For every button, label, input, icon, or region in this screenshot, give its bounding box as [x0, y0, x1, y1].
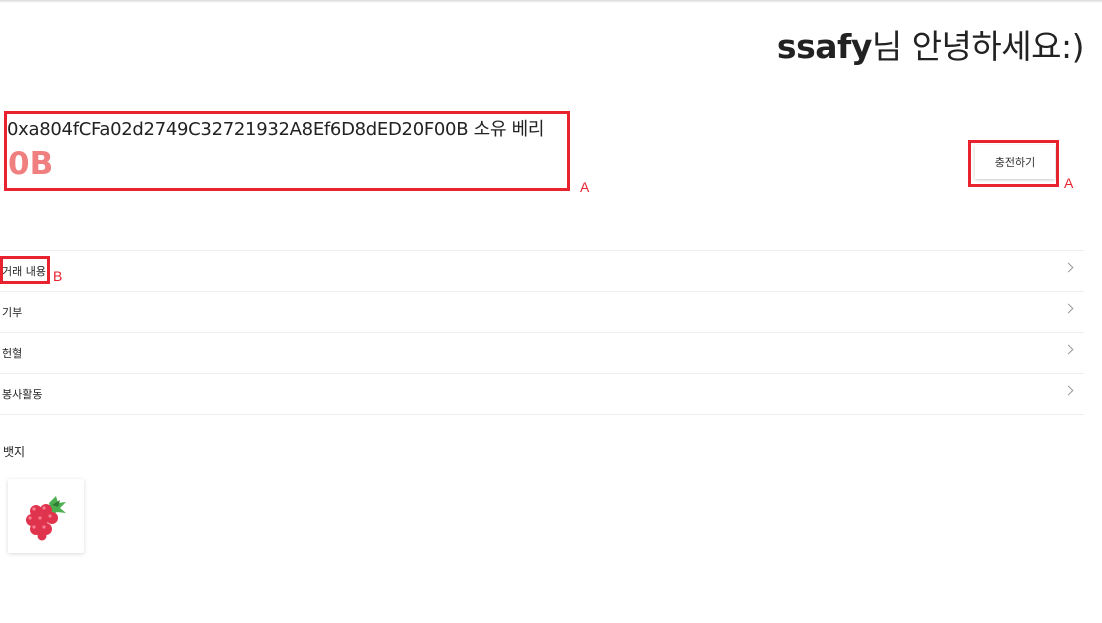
- menu-item-blood-donation[interactable]: 헌혈: [0, 332, 1084, 373]
- menu-item-history[interactable]: 거래 내용: [0, 250, 1084, 291]
- chevron-right-icon: [1063, 303, 1074, 314]
- annotation-label-b: B: [53, 268, 63, 284]
- badge-section-title: 뱃지: [3, 445, 26, 459]
- badge-card[interactable]: [8, 479, 84, 553]
- menu-item-volunteer[interactable]: 봉사활동: [0, 373, 1084, 415]
- activity-menu: 거래 내용 기부 헌혈 봉사활동: [0, 250, 1084, 415]
- menu-item-label: 헌혈: [2, 347, 23, 360]
- chevron-right-icon: [1063, 344, 1074, 355]
- chevron-right-icon: [1063, 262, 1074, 273]
- annotation-label-a-charge: A: [1064, 175, 1074, 191]
- charge-button[interactable]: 충전하기: [975, 145, 1055, 179]
- menu-item-label: 기부: [2, 306, 23, 319]
- raspberry-icon: [26, 496, 66, 541]
- menu-item-label: 봉사활동: [2, 388, 43, 401]
- berry-balance: 0B: [8, 146, 54, 182]
- top-shadow: [0, 0, 1102, 3]
- menu-item-donation[interactable]: 기부: [0, 291, 1084, 332]
- greeting-suffix: 님 안녕하세요:): [871, 27, 1085, 66]
- annotation-box-b: [0, 256, 50, 284]
- annotation-label-a: A: [580, 179, 590, 195]
- chevron-right-icon: [1063, 385, 1074, 396]
- wallet-owner-line: 0xa804fCFa02d2749C32721932A8Ef6D8dED20F0…: [7, 119, 545, 140]
- greeting-username: ssafy: [776, 27, 872, 66]
- page: ssafy님 안녕하세요:) 0xa804fCFa02d2749C3272193…: [0, 0, 1102, 623]
- greeting-heading: ssafy님 안녕하세요:): [776, 20, 1085, 68]
